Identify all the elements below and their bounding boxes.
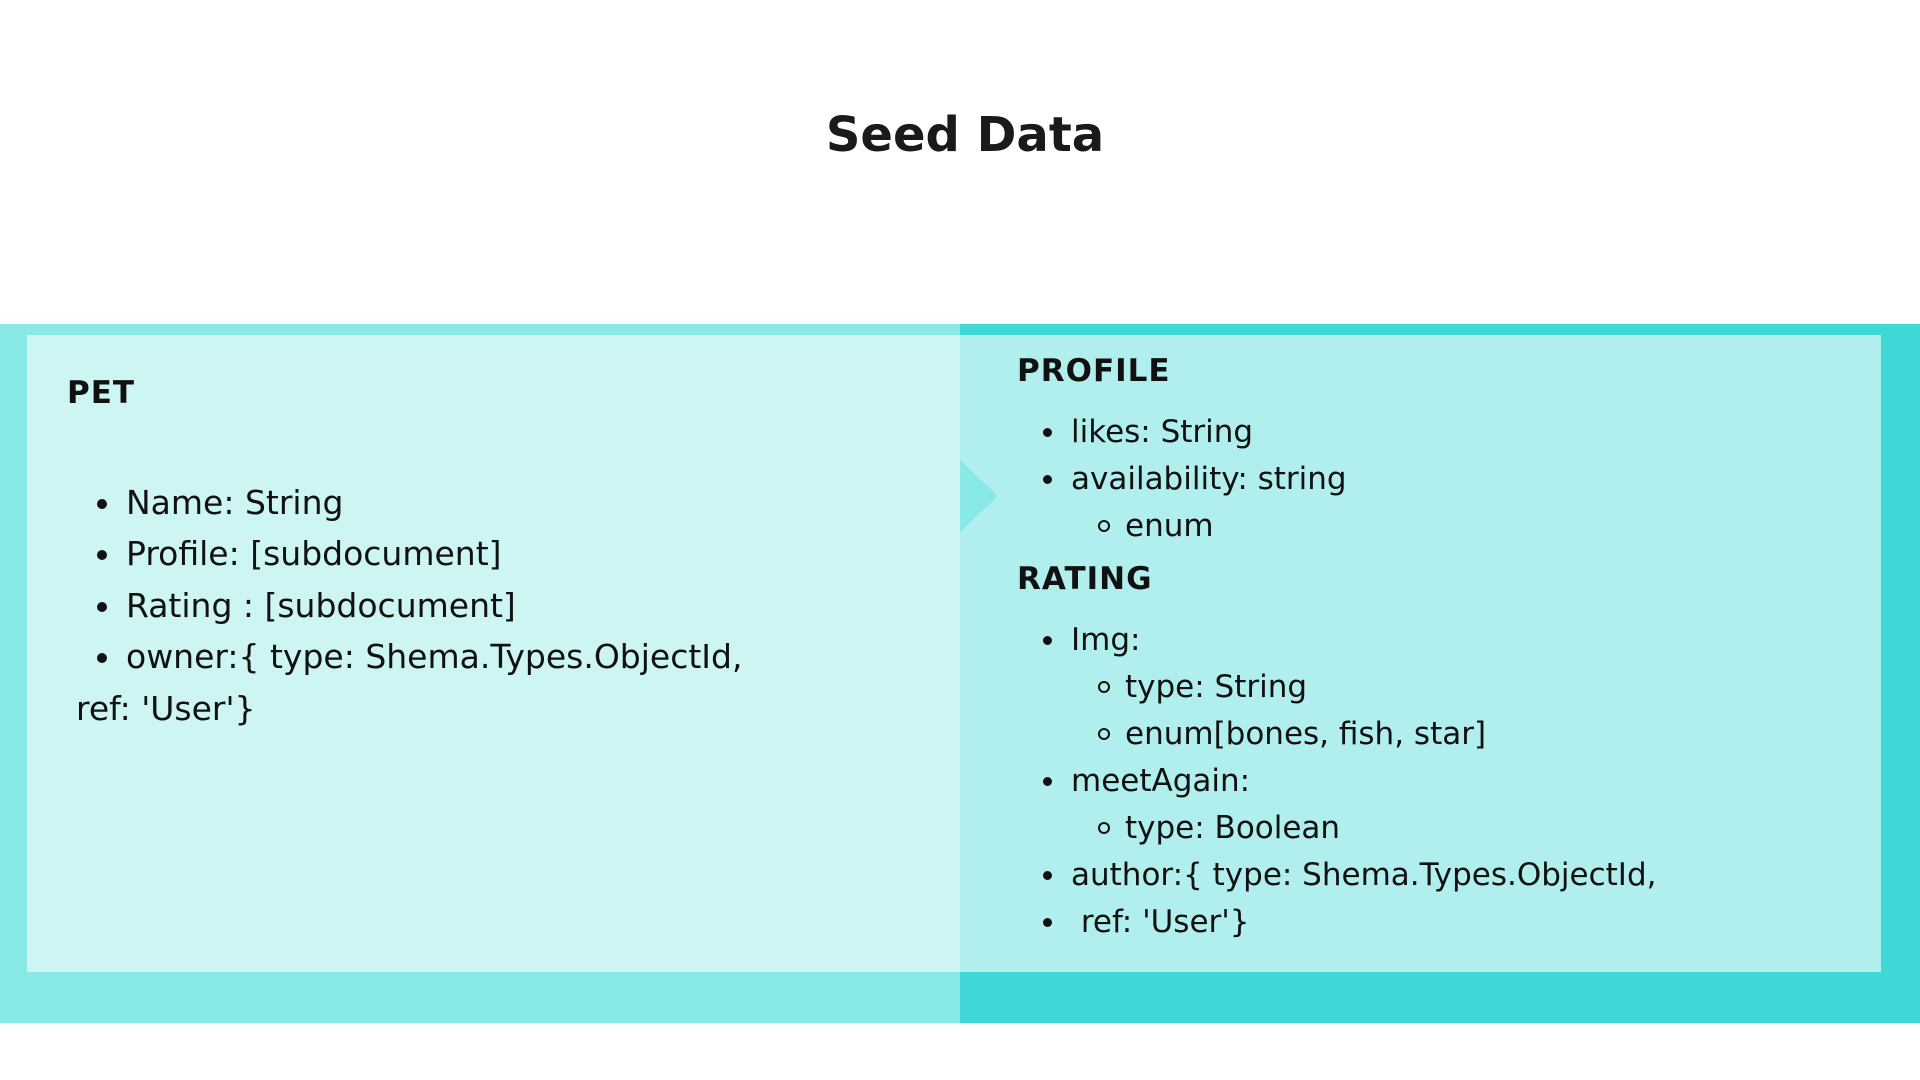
bullet-icon	[97, 499, 107, 509]
page-title: Seed Data	[825, 107, 1105, 163]
pet-field-profile: Profile: [subdocument]	[97, 533, 502, 575]
bullet-icon	[97, 602, 107, 612]
panel-arrow-icon	[960, 460, 998, 532]
profile-field-likes: likes: String	[1043, 412, 1254, 452]
profile-field-availability: availability: string	[1043, 459, 1347, 499]
list-item-text: ref: 'User'}	[1071, 904, 1250, 940]
bullet-icon	[1043, 777, 1052, 786]
list-item-text: type: String	[1125, 669, 1308, 705]
rating-field-img: Img:	[1043, 620, 1141, 660]
pet-field-name: Name: String	[97, 482, 344, 524]
list-item-text: Rating : [subdocument]	[126, 586, 516, 625]
circle-bullet-icon	[1098, 728, 1110, 740]
list-item-text: Name: String	[126, 483, 344, 522]
circle-bullet-icon	[1098, 681, 1110, 693]
rating-meet-again-type: type: Boolean	[1098, 808, 1341, 848]
bullet-icon	[1043, 871, 1052, 880]
pet-heading: PET	[67, 375, 136, 411]
profile-subfield-enum: enum	[1098, 506, 1214, 546]
circle-bullet-icon	[1098, 822, 1110, 834]
list-item-text: enum[bones, fish, star]	[1125, 716, 1487, 752]
rating-field-author: author:{ type: Shema.Types.ObjectId,	[1043, 855, 1657, 895]
profile-heading: PROFILE	[1017, 353, 1171, 389]
bullet-icon	[97, 550, 107, 560]
rating-field-ref: ref: 'User'}	[1043, 902, 1250, 942]
rating-img-enum: enum[bones, fish, star]	[1098, 714, 1487, 754]
pet-field-rating: Rating : [subdocument]	[97, 585, 516, 627]
bullet-icon	[1043, 475, 1052, 484]
rating-img-type: type: String	[1098, 667, 1308, 707]
list-item-text: author:{ type: Shema.Types.ObjectId,	[1071, 857, 1657, 893]
list-item-text: likes: String	[1071, 414, 1254, 450]
rating-heading: RATING	[1017, 561, 1153, 597]
rating-field-meet-again: meetAgain:	[1043, 761, 1251, 801]
list-item-text: Profile: [subdocument]	[126, 534, 502, 573]
bullet-icon	[1043, 636, 1052, 645]
list-item-text: availability: string	[1071, 461, 1347, 497]
pet-owner-continuation: ref: 'User'}	[76, 689, 256, 728]
bullet-icon	[1043, 428, 1052, 437]
bullet-icon	[97, 653, 107, 663]
bullet-icon	[1043, 918, 1052, 927]
circle-bullet-icon	[1098, 520, 1110, 532]
list-item-text: meetAgain:	[1071, 763, 1251, 799]
list-item-text: enum	[1125, 508, 1214, 544]
list-item-text: type: Boolean	[1125, 810, 1341, 846]
list-item-text: owner:{ type: Shema.Types.ObjectId,	[126, 637, 743, 676]
pet-field-owner: owner:{ type: Shema.Types.ObjectId,	[97, 636, 743, 678]
list-item-text: Img:	[1071, 622, 1141, 658]
